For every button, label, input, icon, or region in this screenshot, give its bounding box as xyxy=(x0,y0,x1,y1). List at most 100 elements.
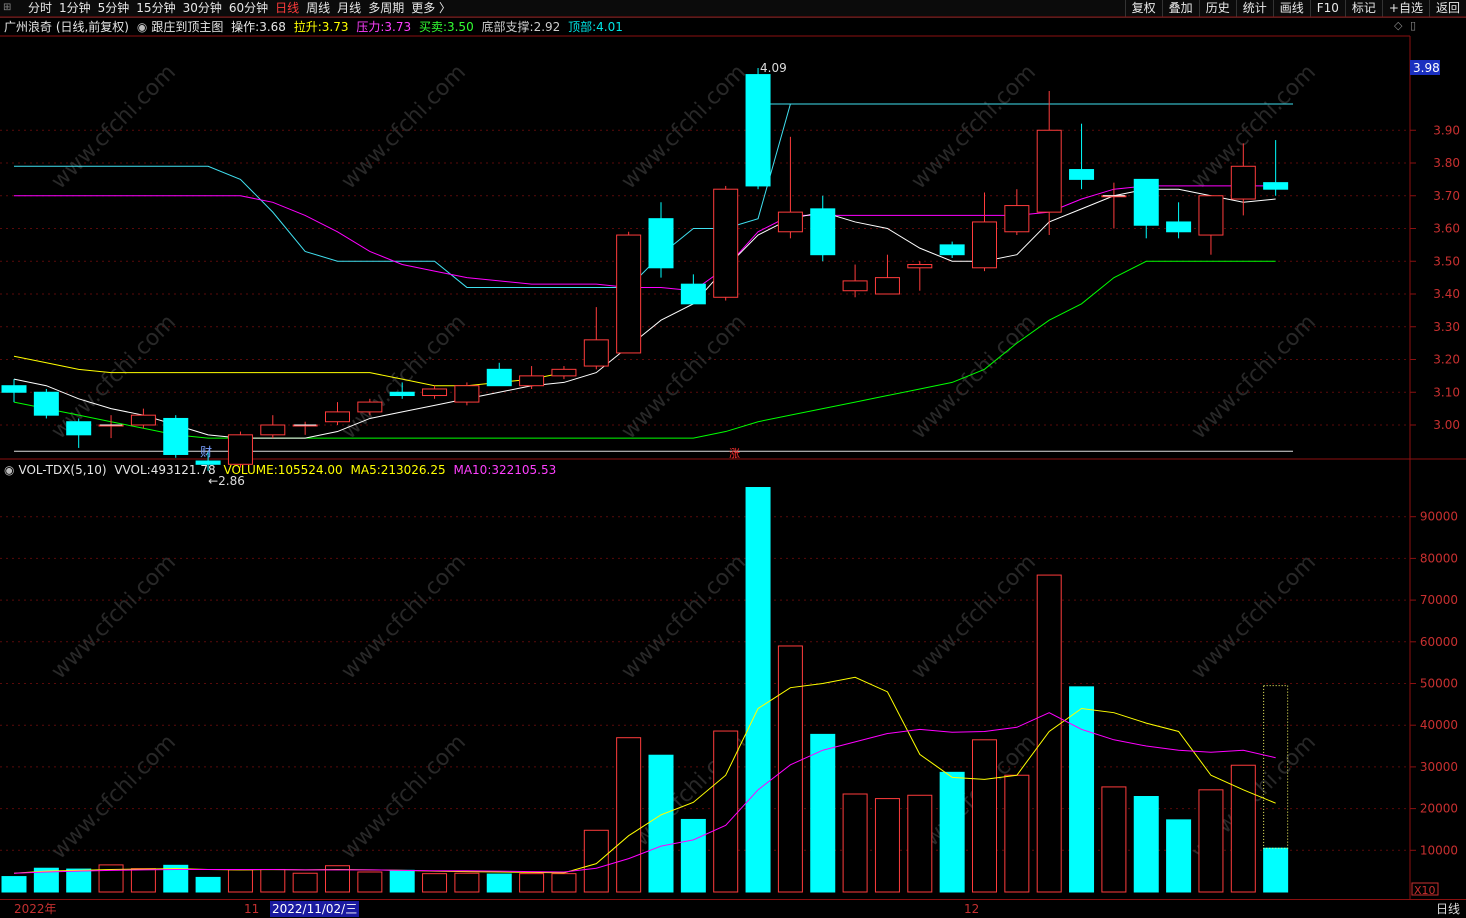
candle-body xyxy=(1,385,27,393)
candle-body xyxy=(227,434,253,465)
volume-bar xyxy=(842,793,868,893)
volume-bar xyxy=(66,868,92,893)
volume-bar xyxy=(616,737,642,893)
candle-body xyxy=(939,244,965,256)
price-tick-label: 3.10 xyxy=(1433,385,1460,399)
volume-bar xyxy=(648,754,674,893)
candle-body xyxy=(519,375,545,387)
candle-body xyxy=(1133,178,1159,226)
volume-bar xyxy=(195,876,221,893)
candle-body xyxy=(486,368,512,387)
candle-body xyxy=(163,417,189,455)
year-label: 2022年 xyxy=(14,902,57,916)
volume-bar xyxy=(1,876,27,893)
price-tick-label: 3.90 xyxy=(1433,123,1460,137)
volume-bar xyxy=(519,873,545,893)
volume-tick-label: 30000 xyxy=(1420,760,1458,774)
volume-bar xyxy=(130,868,156,893)
candle-body xyxy=(325,411,350,423)
candle-body xyxy=(616,234,642,354)
watermark-text: www.cfchi.com xyxy=(337,550,471,684)
price-tick-label: 3.50 xyxy=(1433,254,1460,268)
candle-body xyxy=(745,74,771,187)
volume-bar xyxy=(1263,847,1289,893)
cursor-date: 2022/11/02/三 xyxy=(270,901,360,917)
volume-bar xyxy=(810,733,836,893)
candle-body xyxy=(195,460,221,465)
candle-body xyxy=(777,211,803,233)
volume-bar xyxy=(907,794,933,893)
kline-chart[interactable]: 3.90 3.80 3.70 3.60 3.50 3.40 3.30 3.20 3.10 3.00… xyxy=(0,0,1466,917)
price-tick-label: 3.30 xyxy=(1433,320,1460,334)
volume-bar xyxy=(1230,764,1256,893)
volume-bar xyxy=(1036,574,1062,893)
candle-body xyxy=(1069,169,1095,180)
volume-bar xyxy=(292,872,318,893)
finance-marker: 财 xyxy=(200,445,212,459)
volume-tick-label: 60000 xyxy=(1420,635,1458,649)
watermark-text: www.cfchi.com xyxy=(47,550,181,684)
candle-body xyxy=(422,388,448,397)
watermark-text: www.cfchi.com xyxy=(47,730,181,864)
volume-bar xyxy=(260,868,286,893)
candle-body xyxy=(874,277,900,295)
rise-marker: 涨 xyxy=(729,447,740,460)
candle-body xyxy=(583,339,609,367)
candle-body xyxy=(648,218,674,269)
volume-tick-label: 80000 xyxy=(1420,551,1458,565)
candle-body xyxy=(1004,205,1030,233)
volume-bar xyxy=(227,869,253,893)
price-tick-label: 3.60 xyxy=(1433,222,1460,236)
volume-bar xyxy=(422,873,448,893)
volume-tick-label: 50000 xyxy=(1420,677,1458,691)
volume-bar xyxy=(745,487,771,893)
candle-body xyxy=(1166,221,1192,233)
candle-body xyxy=(972,221,997,269)
period-label[interactable]: 日线 xyxy=(1436,901,1460,917)
date-axis: 2022年 11 2022/11/02/三 12 日线 xyxy=(0,899,1466,918)
price-tick-label: 3.00 xyxy=(1433,418,1460,432)
volume-tick-label: 70000 xyxy=(1420,593,1458,607)
candle-body xyxy=(454,385,480,403)
volume-bar xyxy=(583,829,609,893)
volume-bar xyxy=(1101,786,1127,893)
candle-body xyxy=(33,391,59,416)
candle-body xyxy=(389,391,415,397)
volume-bar xyxy=(1198,789,1224,893)
low-price-label: ←2.86 xyxy=(208,474,245,488)
volume-tick-label: 90000 xyxy=(1420,510,1458,524)
volume-tick-label: 40000 xyxy=(1420,718,1458,732)
volume-bar xyxy=(389,869,415,893)
volume-bar xyxy=(874,798,900,893)
watermark-text: www.cfchi.com xyxy=(907,60,1041,194)
watermark-text: www.cfchi.com xyxy=(907,310,1041,444)
candle-body xyxy=(680,283,706,305)
volume-bar xyxy=(357,871,383,893)
price-tick-label: 3.40 xyxy=(1433,287,1460,301)
price-tick-label: 3.20 xyxy=(1433,353,1460,367)
price-tick-label: 3.70 xyxy=(1433,189,1460,203)
candle-body xyxy=(907,264,933,269)
candle-body xyxy=(66,421,92,436)
volume-bar xyxy=(551,873,577,893)
watermark-text: www.cfchi.com xyxy=(47,60,181,194)
candle-body xyxy=(260,424,286,436)
high-price-label: 4.09 xyxy=(760,61,787,75)
watermark-text: www.cfchi.com xyxy=(337,60,471,194)
candle-body xyxy=(1198,195,1224,236)
volume-bar xyxy=(777,645,803,893)
volume-bar xyxy=(939,771,965,893)
watermark-text: www.cfchi.com xyxy=(907,550,1041,684)
candle-body xyxy=(357,401,383,413)
volume-bar xyxy=(454,872,480,893)
volume-bar xyxy=(1166,819,1192,893)
candle-body xyxy=(842,280,868,292)
month-label-12: 12 xyxy=(964,902,980,916)
volume-bar xyxy=(972,739,997,893)
watermark-text: www.cfchi.com xyxy=(617,550,751,684)
volume-bar xyxy=(486,873,512,893)
price-tick-label: 3.80 xyxy=(1433,156,1460,170)
volume-tick-label: 10000 xyxy=(1420,843,1458,857)
volume-bar xyxy=(713,730,739,893)
watermark-text: www.cfchi.com xyxy=(1187,310,1321,444)
